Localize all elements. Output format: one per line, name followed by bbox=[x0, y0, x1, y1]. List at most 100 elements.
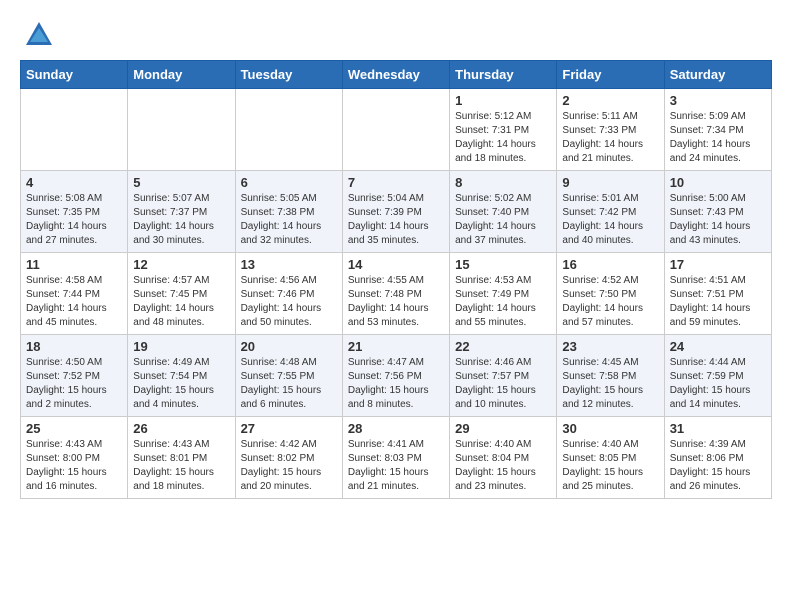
calendar-cell: 29 Sunrise: 4:40 AM Sunset: 8:04 PM Dayli… bbox=[450, 417, 557, 499]
day-info: Sunrise: 5:11 AM Sunset: 7:33 PM Dayligh… bbox=[562, 110, 658, 166]
day-number: 3 bbox=[670, 93, 766, 108]
day-number: 7 bbox=[348, 175, 444, 190]
day-info: Sunrise: 5:12 AM Sunset: 7:31 PM Dayligh… bbox=[455, 110, 551, 166]
calendar-week-row: 25 Sunrise: 4:43 AM Sunset: 8:00 PM Dayli… bbox=[21, 417, 772, 499]
calendar-header-sunday: Sunday bbox=[21, 61, 128, 89]
day-number: 13 bbox=[241, 257, 337, 272]
day-number: 21 bbox=[348, 339, 444, 354]
calendar-header-tuesday: Tuesday bbox=[235, 61, 342, 89]
calendar-cell bbox=[128, 89, 235, 171]
day-info: Sunrise: 4:39 AM Sunset: 8:06 PM Dayligh… bbox=[670, 438, 766, 494]
day-number: 16 bbox=[562, 257, 658, 272]
day-number: 28 bbox=[348, 421, 444, 436]
day-number: 12 bbox=[133, 257, 229, 272]
day-number: 15 bbox=[455, 257, 551, 272]
day-info: Sunrise: 4:40 AM Sunset: 8:05 PM Dayligh… bbox=[562, 438, 658, 494]
calendar-header-row: SundayMondayTuesdayWednesdayThursdayFrid… bbox=[21, 61, 772, 89]
calendar-cell: 14Sunrise: 4:55 AM Sunset: 7:48 PM Dayli… bbox=[342, 253, 449, 335]
day-number: 27 bbox=[241, 421, 337, 436]
calendar-cell: 8 Sunrise: 5:02 AM Sunset: 7:40 PM Daylig… bbox=[450, 171, 557, 253]
day-info: Sunrise: 5:07 AM Sunset: 7:37 PM Dayligh… bbox=[133, 192, 229, 248]
day-number: 22 bbox=[455, 339, 551, 354]
calendar-cell bbox=[235, 89, 342, 171]
calendar-cell: 15 Sunrise: 4:53 AM Sunset: 7:49 PM Dayli… bbox=[450, 253, 557, 335]
day-info: Sunrise: 4:41 AM Sunset: 8:03 PM Dayligh… bbox=[348, 438, 444, 494]
logo-icon bbox=[24, 20, 54, 50]
calendar-cell: 9Sunrise: 5:01 AM Sunset: 7:42 PM Daylig… bbox=[557, 171, 664, 253]
day-info: Sunrise: 5:04 AM Sunset: 7:39 PM Dayligh… bbox=[348, 192, 444, 248]
day-number: 6 bbox=[241, 175, 337, 190]
day-info: Sunrise: 4:57 AM Sunset: 7:45 PM Dayligh… bbox=[133, 274, 229, 330]
calendar-header-monday: Monday bbox=[128, 61, 235, 89]
calendar-cell: 20 Sunrise: 4:48 AM Sunset: 7:55 PM Dayli… bbox=[235, 335, 342, 417]
calendar-cell: 2 Sunrise: 5:11 AM Sunset: 7:33 PM Daylig… bbox=[557, 89, 664, 171]
calendar-cell: 10 Sunrise: 5:00 AM Sunset: 7:43 PM Dayli… bbox=[664, 171, 771, 253]
calendar-cell: 24Sunrise: 4:44 AM Sunset: 7:59 PM Dayli… bbox=[664, 335, 771, 417]
calendar-cell: 17Sunrise: 4:51 AM Sunset: 7:51 PM Dayli… bbox=[664, 253, 771, 335]
calendar-cell: 22Sunrise: 4:46 AM Sunset: 7:57 PM Dayli… bbox=[450, 335, 557, 417]
day-number: 2 bbox=[562, 93, 658, 108]
day-info: Sunrise: 4:45 AM Sunset: 7:58 PM Dayligh… bbox=[562, 356, 658, 412]
calendar-cell: 21 Sunrise: 4:47 AM Sunset: 7:56 PM Dayli… bbox=[342, 335, 449, 417]
day-number: 26 bbox=[133, 421, 229, 436]
calendar-header-thursday: Thursday bbox=[450, 61, 557, 89]
day-info: Sunrise: 5:02 AM Sunset: 7:40 PM Dayligh… bbox=[455, 192, 551, 248]
calendar-cell: 12 Sunrise: 4:57 AM Sunset: 7:45 PM Dayli… bbox=[128, 253, 235, 335]
calendar-cell: 19Sunrise: 4:49 AM Sunset: 7:54 PM Dayli… bbox=[128, 335, 235, 417]
day-number: 14 bbox=[348, 257, 444, 272]
day-number: 25 bbox=[26, 421, 122, 436]
day-info: Sunrise: 5:08 AM Sunset: 7:35 PM Dayligh… bbox=[26, 192, 122, 248]
calendar-week-row: 4 Sunrise: 5:08 AM Sunset: 7:35 PM Daylig… bbox=[21, 171, 772, 253]
day-number: 29 bbox=[455, 421, 551, 436]
calendar-cell: 1Sunrise: 5:12 AM Sunset: 7:31 PM Daylig… bbox=[450, 89, 557, 171]
calendar-cell: 4 Sunrise: 5:08 AM Sunset: 7:35 PM Daylig… bbox=[21, 171, 128, 253]
calendar-cell: 25 Sunrise: 4:43 AM Sunset: 8:00 PM Dayli… bbox=[21, 417, 128, 499]
calendar-header-friday: Friday bbox=[557, 61, 664, 89]
day-number: 5 bbox=[133, 175, 229, 190]
calendar-cell: 23 Sunrise: 4:45 AM Sunset: 7:58 PM Dayli… bbox=[557, 335, 664, 417]
day-info: Sunrise: 4:48 AM Sunset: 7:55 PM Dayligh… bbox=[241, 356, 337, 412]
calendar-cell: 11Sunrise: 4:58 AM Sunset: 7:44 PM Dayli… bbox=[21, 253, 128, 335]
calendar-cell: 6 Sunrise: 5:05 AM Sunset: 7:38 PM Daylig… bbox=[235, 171, 342, 253]
day-number: 20 bbox=[241, 339, 337, 354]
day-info: Sunrise: 4:49 AM Sunset: 7:54 PM Dayligh… bbox=[133, 356, 229, 412]
calendar-cell bbox=[21, 89, 128, 171]
day-number: 10 bbox=[670, 175, 766, 190]
day-number: 30 bbox=[562, 421, 658, 436]
day-number: 23 bbox=[562, 339, 658, 354]
day-info: Sunrise: 5:09 AM Sunset: 7:34 PM Dayligh… bbox=[670, 110, 766, 166]
calendar-cell: 30 Sunrise: 4:40 AM Sunset: 8:05 PM Dayli… bbox=[557, 417, 664, 499]
day-number: 31 bbox=[670, 421, 766, 436]
calendar-cell bbox=[342, 89, 449, 171]
day-info: Sunrise: 4:43 AM Sunset: 8:00 PM Dayligh… bbox=[26, 438, 122, 494]
day-number: 4 bbox=[26, 175, 122, 190]
day-number: 9 bbox=[562, 175, 658, 190]
calendar-week-row: 1Sunrise: 5:12 AM Sunset: 7:31 PM Daylig… bbox=[21, 89, 772, 171]
calendar-week-row: 11Sunrise: 4:58 AM Sunset: 7:44 PM Dayli… bbox=[21, 253, 772, 335]
calendar-header-wednesday: Wednesday bbox=[342, 61, 449, 89]
day-number: 18 bbox=[26, 339, 122, 354]
day-number: 17 bbox=[670, 257, 766, 272]
day-info: Sunrise: 4:47 AM Sunset: 7:56 PM Dayligh… bbox=[348, 356, 444, 412]
day-info: Sunrise: 5:00 AM Sunset: 7:43 PM Dayligh… bbox=[670, 192, 766, 248]
logo bbox=[20, 20, 54, 50]
calendar-cell: 26 Sunrise: 4:43 AM Sunset: 8:01 PM Dayli… bbox=[128, 417, 235, 499]
page-header bbox=[20, 20, 772, 50]
day-number: 8 bbox=[455, 175, 551, 190]
calendar-cell: 16Sunrise: 4:52 AM Sunset: 7:50 PM Dayli… bbox=[557, 253, 664, 335]
calendar-cell: 28 Sunrise: 4:41 AM Sunset: 8:03 PM Dayli… bbox=[342, 417, 449, 499]
day-number: 11 bbox=[26, 257, 122, 272]
calendar-cell: 5 Sunrise: 5:07 AM Sunset: 7:37 PM Daylig… bbox=[128, 171, 235, 253]
calendar-cell: 3 Sunrise: 5:09 AM Sunset: 7:34 PM Daylig… bbox=[664, 89, 771, 171]
calendar-cell: 31 Sunrise: 4:39 AM Sunset: 8:06 PM Dayli… bbox=[664, 417, 771, 499]
day-info: Sunrise: 4:44 AM Sunset: 7:59 PM Dayligh… bbox=[670, 356, 766, 412]
day-info: Sunrise: 4:50 AM Sunset: 7:52 PM Dayligh… bbox=[26, 356, 122, 412]
day-info: Sunrise: 4:53 AM Sunset: 7:49 PM Dayligh… bbox=[455, 274, 551, 330]
day-info: Sunrise: 4:42 AM Sunset: 8:02 PM Dayligh… bbox=[241, 438, 337, 494]
calendar-week-row: 18 Sunrise: 4:50 AM Sunset: 7:52 PM Dayli… bbox=[21, 335, 772, 417]
day-info: Sunrise: 5:05 AM Sunset: 7:38 PM Dayligh… bbox=[241, 192, 337, 248]
day-info: Sunrise: 4:56 AM Sunset: 7:46 PM Dayligh… bbox=[241, 274, 337, 330]
calendar-cell: 7 Sunrise: 5:04 AM Sunset: 7:39 PM Daylig… bbox=[342, 171, 449, 253]
day-info: Sunrise: 4:43 AM Sunset: 8:01 PM Dayligh… bbox=[133, 438, 229, 494]
day-info: Sunrise: 4:40 AM Sunset: 8:04 PM Dayligh… bbox=[455, 438, 551, 494]
